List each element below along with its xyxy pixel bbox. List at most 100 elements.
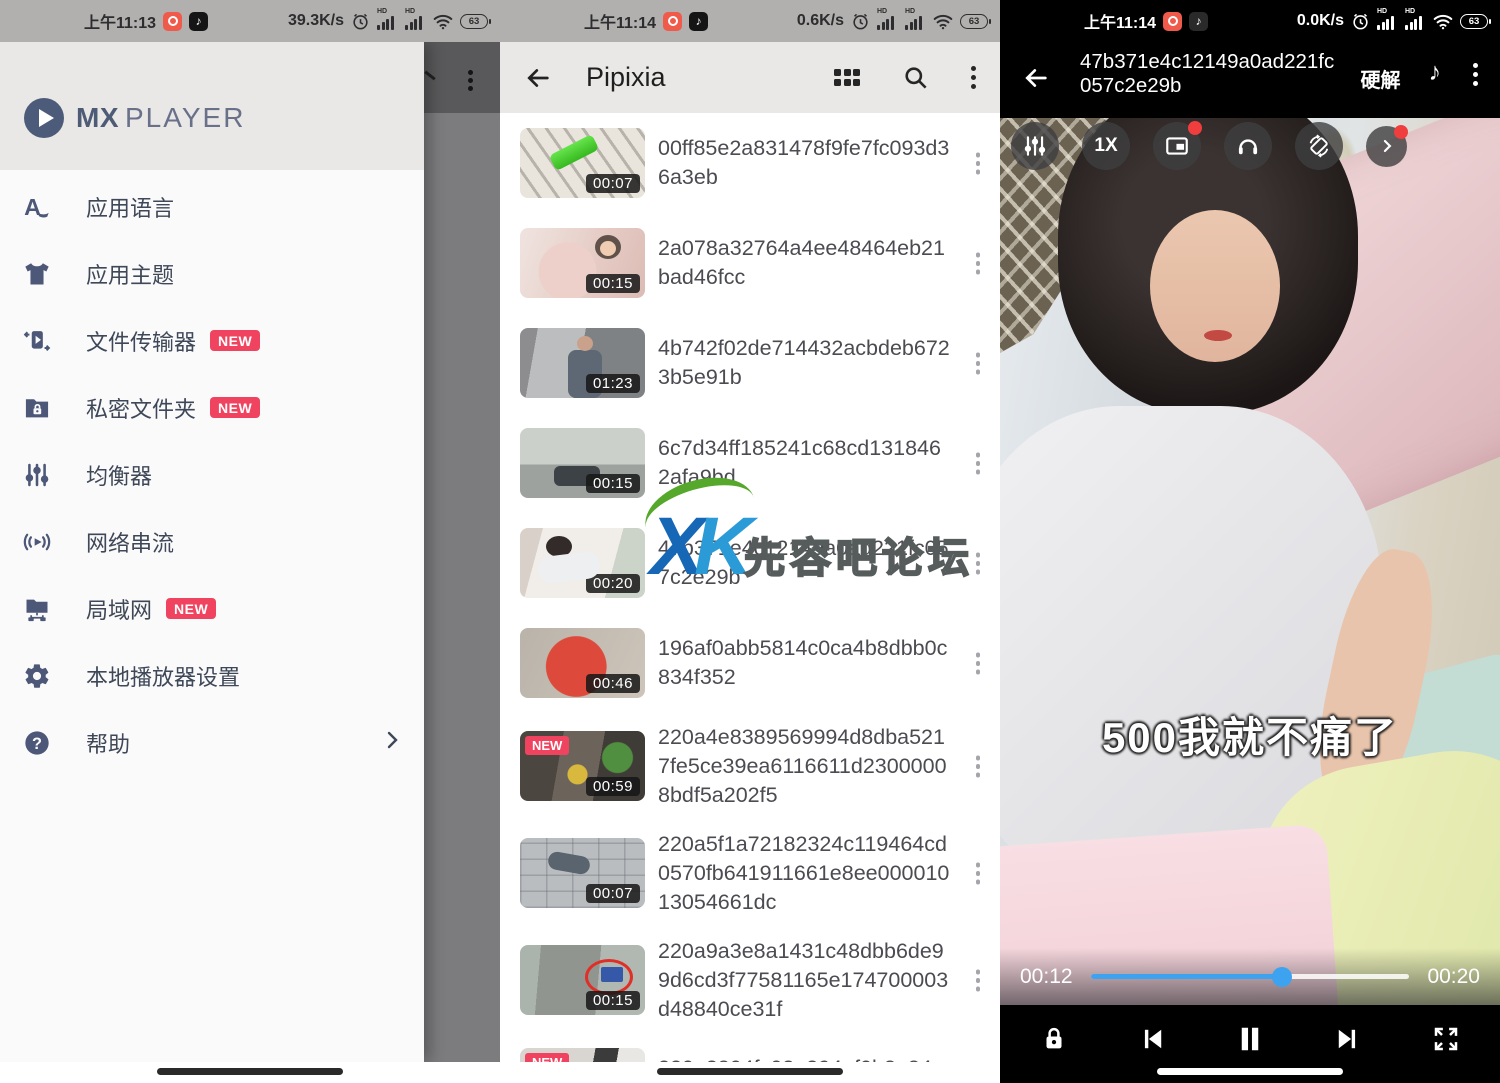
video-thumbnail: 00:07 bbox=[520, 128, 645, 198]
network-stream-icon bbox=[22, 527, 52, 557]
notification-dot bbox=[1394, 125, 1408, 139]
screen: 上午11:13 ♪ 39.3K/s HD HD 63 MX PLAYER bbox=[0, 0, 1500, 1083]
overflow-menu-button[interactable] bbox=[971, 75, 976, 80]
svg-text:A: A bbox=[24, 194, 41, 220]
search-icon-partial bbox=[424, 71, 435, 81]
video-subtitle: 500我就不痛了 bbox=[1000, 704, 1500, 765]
screen-record-icon bbox=[663, 12, 682, 31]
status-time: 上午11:14 bbox=[1084, 9, 1156, 33]
seek-zone: 00:12 00:20 bbox=[1000, 948, 1500, 1005]
headphones-button[interactable] bbox=[1224, 122, 1272, 170]
status-bar: 上午11:14 ♪ 0.6K/s HD HD 63 bbox=[500, 0, 1000, 42]
battery-level: 63 bbox=[969, 16, 980, 27]
wifi-icon bbox=[433, 13, 453, 30]
menu-item-network-stream[interactable]: 网络串流 bbox=[0, 508, 424, 575]
menu-label: 均衡器 bbox=[86, 459, 152, 491]
drawer-menu: A 应用语言 应用主题 文件传输器 NEW bbox=[0, 173, 424, 776]
back-button[interactable] bbox=[524, 64, 552, 92]
playback-speed-button[interactable]: 1X bbox=[1082, 122, 1130, 170]
svg-text:?: ? bbox=[32, 734, 42, 752]
video-list-item[interactable]: 00:15 220a9a3e8a1431c48dbb6de99d6cd3f775… bbox=[520, 945, 1000, 1015]
battery-icon: 63 bbox=[460, 14, 488, 29]
video-title: 6c7d34ff185241c68cd1318462afa9bd bbox=[658, 434, 951, 492]
item-menu-button[interactable] bbox=[976, 261, 981, 266]
video-list-item[interactable]: 00:20 47b371e4c12149a0ad221fc057c2e29b bbox=[520, 528, 1000, 598]
video-list-item[interactable]: 01:23 4b742f02de714432acbdeb6723b5e91b bbox=[520, 328, 1000, 398]
video-list-item[interactable]: 00:07 00ff85e2a831478f9fe7fc093d36a3eb bbox=[520, 128, 1000, 198]
item-menu-button[interactable] bbox=[976, 978, 981, 983]
video-thumbnail: 01:23 bbox=[520, 328, 645, 398]
notification-dot bbox=[1188, 121, 1202, 135]
video-list-item[interactable]: 00:07 220a5f1a72182324c119464cd0570fb641… bbox=[520, 838, 1000, 908]
gear-icon bbox=[22, 661, 52, 691]
home-indicator[interactable] bbox=[157, 1068, 343, 1075]
rotate-screen-button[interactable] bbox=[1295, 122, 1343, 170]
signal-icon-sim1: HD bbox=[377, 11, 398, 31]
new-badge: NEW bbox=[210, 330, 260, 351]
video-list-item[interactable]: 00:46 196af0abb5814c0ca4b8dbb0c834f352 bbox=[520, 628, 1000, 698]
item-menu-button[interactable] bbox=[976, 561, 981, 566]
net-speed: 0.0K/s bbox=[1297, 12, 1344, 30]
pause-button[interactable] bbox=[1228, 1017, 1272, 1061]
menu-item-app-theme[interactable]: 应用主题 bbox=[0, 240, 424, 307]
next-button[interactable] bbox=[1326, 1017, 1370, 1061]
search-button[interactable] bbox=[902, 64, 929, 91]
player-quick-controls: 1X bbox=[1011, 122, 1407, 170]
menu-item-app-language[interactable]: A 应用语言 bbox=[0, 173, 424, 240]
menu-item-private-folder[interactable]: 私密文件夹 NEW bbox=[0, 374, 424, 441]
item-menu-button[interactable] bbox=[976, 871, 981, 876]
grid-view-button[interactable] bbox=[834, 69, 860, 86]
home-indicator[interactable] bbox=[1157, 1068, 1343, 1075]
drawer-scrim[interactable] bbox=[424, 42, 500, 1062]
overflow-menu-button[interactable] bbox=[1473, 72, 1478, 77]
home-indicator[interactable] bbox=[657, 1068, 843, 1075]
video-list-item[interactable]: 00:15 6c7d34ff185241c68cd1318462afa9bd bbox=[520, 428, 1000, 498]
battery-icon: 63 bbox=[1460, 14, 1488, 29]
wifi-icon bbox=[1433, 13, 1453, 30]
menu-label: 私密文件夹 bbox=[86, 392, 196, 424]
alarm-icon bbox=[1351, 12, 1370, 31]
lock-button[interactable] bbox=[1032, 1017, 1076, 1061]
item-menu-button[interactable] bbox=[976, 661, 981, 666]
item-menu-button[interactable] bbox=[976, 461, 981, 466]
menu-item-local-player-settings[interactable]: 本地播放器设置 bbox=[0, 642, 424, 709]
seek-bar[interactable] bbox=[1091, 974, 1410, 979]
video-thumbnail: 00:20 bbox=[520, 528, 645, 598]
more-controls-button[interactable] bbox=[1366, 126, 1407, 167]
tiktok-icon: ♪ bbox=[189, 12, 208, 31]
translate-icon: A bbox=[22, 192, 52, 222]
equalizer-button[interactable] bbox=[1011, 122, 1059, 170]
video-list-item[interactable]: 00:15 2a078a32764a4ee48464eb21bad46fcc bbox=[520, 228, 1000, 298]
tiktok-icon: ♪ bbox=[1189, 12, 1208, 31]
duration-badge: 00:15 bbox=[586, 474, 640, 493]
duration-badge: 00:46 bbox=[586, 674, 640, 693]
video-list-item[interactable]: NEW00:59 220a4e8389569994d8dba5217fe5ce3… bbox=[520, 731, 1000, 801]
menu-label: 应用主题 bbox=[86, 258, 174, 290]
duration-badge: 00:59 bbox=[586, 777, 640, 796]
signal-icon-sim1: HD bbox=[1377, 11, 1398, 31]
player-top-bar: 47b371e4c12149a0ad221fc057c2e29b 硬解 ♪ bbox=[1000, 42, 1500, 118]
back-button[interactable] bbox=[1022, 64, 1050, 92]
duration-badge: 00:07 bbox=[586, 884, 640, 903]
menu-item-help[interactable]: ? 帮助 bbox=[0, 709, 424, 776]
fullscreen-button[interactable] bbox=[1424, 1017, 1468, 1061]
screen-record-icon bbox=[163, 12, 182, 31]
menu-item-equalizer[interactable]: 均衡器 bbox=[0, 441, 424, 508]
seek-bar-thumb[interactable] bbox=[1272, 967, 1292, 987]
pip-button[interactable] bbox=[1153, 122, 1201, 170]
hw-decode-toggle[interactable]: 硬解 bbox=[1361, 64, 1401, 93]
signal-icon-sim1: HD bbox=[877, 11, 898, 31]
duration-badge: 00:07 bbox=[586, 174, 640, 193]
menu-item-file-transfer[interactable]: 文件传输器 NEW bbox=[0, 307, 424, 374]
item-menu-button[interactable] bbox=[976, 764, 981, 769]
video-list-item[interactable]: NEW 220a3804fc03a394af0b8a84e2 bbox=[520, 1048, 1000, 1062]
item-menu-button[interactable] bbox=[976, 361, 981, 366]
audio-track-button[interactable]: ♪ bbox=[1429, 58, 1442, 87]
video-surface[interactable]: 500我就不痛了 bbox=[1000, 118, 1500, 1005]
logo-text-mx: MX bbox=[76, 102, 119, 134]
menu-item-lan[interactable]: 局域网 NEW bbox=[0, 575, 424, 642]
battery-level: 63 bbox=[1469, 16, 1480, 27]
item-menu-button[interactable] bbox=[976, 161, 981, 166]
equalizer-icon bbox=[22, 460, 52, 490]
previous-button[interactable] bbox=[1130, 1017, 1174, 1061]
